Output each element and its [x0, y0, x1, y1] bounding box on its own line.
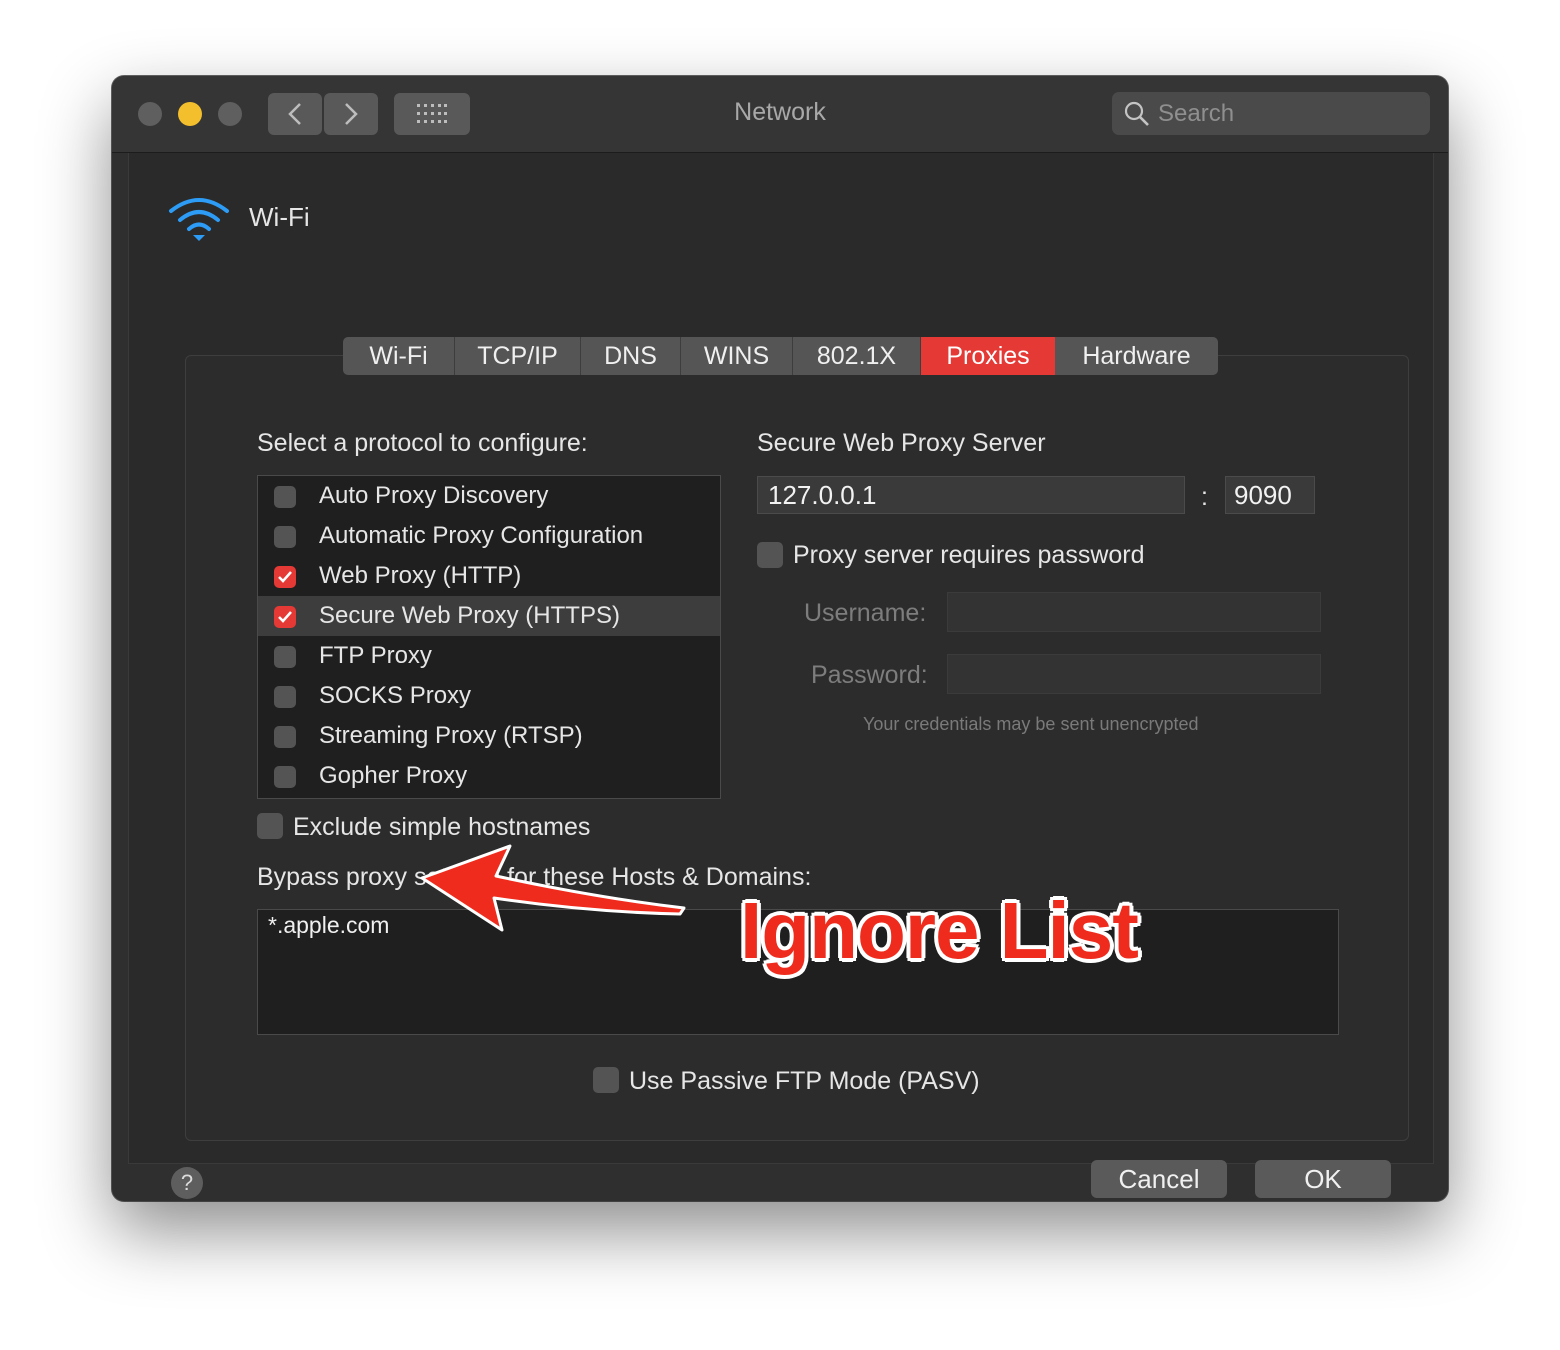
passive-ftp-label: Use Passive FTP Mode (PASV) [629, 1067, 980, 1095]
checkmark-icon [278, 571, 292, 583]
checkmark-icon [278, 611, 292, 623]
list-item[interactable]: Automatic Proxy Configuration [258, 516, 720, 556]
content-area: Wi-Fi Wi-Fi TCP/IP DNS WINS 802.1X Proxi… [128, 153, 1434, 1199]
checkbox-checked[interactable] [274, 606, 296, 628]
checkbox[interactable] [274, 726, 296, 748]
requires-password-checkbox[interactable] [757, 542, 783, 568]
network-preferences-window: Network Search Wi-Fi Wi-Fi TCP/IP DNS WI… [112, 76, 1448, 1201]
passive-ftp-checkbox[interactable] [593, 1067, 619, 1093]
list-item[interactable]: Gopher Proxy [258, 756, 720, 796]
credentials-note: Your credentials may be sent unencrypted [863, 714, 1199, 734]
protocol-label: Secure Web Proxy (HTTPS) [319, 602, 620, 629]
server-heading: Secure Web Proxy Server [757, 429, 1046, 457]
checkbox-checked[interactable] [274, 566, 296, 588]
protocol-label: Auto Proxy Discovery [319, 482, 549, 509]
interface-name: Wi-Fi [249, 202, 310, 232]
password-field[interactable] [947, 654, 1321, 694]
host-port-separator: : [1201, 483, 1208, 511]
cancel-button[interactable]: Cancel [1091, 1160, 1227, 1198]
exclude-simple-label: Exclude simple hostnames [293, 813, 591, 841]
username-label: Username: [804, 599, 927, 627]
list-item-selected[interactable]: Secure Web Proxy (HTTPS) [258, 596, 720, 636]
search-field[interactable]: Search [1112, 92, 1430, 135]
proxy-host-input[interactable] [757, 476, 1185, 514]
checkbox[interactable] [274, 766, 296, 788]
tab-wifi[interactable]: Wi-Fi [343, 337, 455, 375]
tab-tcpip[interactable]: TCP/IP [455, 337, 581, 375]
list-item[interactable]: Streaming Proxy (RTSP) [258, 716, 720, 756]
bypass-value: *.apple.com [268, 912, 390, 938]
checkbox[interactable] [274, 526, 296, 548]
protocol-label: Streaming Proxy (RTSP) [319, 722, 583, 749]
username-field[interactable] [947, 592, 1321, 632]
wifi-icon [169, 198, 229, 241]
checkbox[interactable] [274, 646, 296, 668]
search-placeholder: Search [1158, 100, 1235, 127]
tab-hardware[interactable]: Hardware [1055, 337, 1218, 375]
tab-8021x[interactable]: 802.1X [793, 337, 921, 375]
protocol-label: Web Proxy (HTTP) [319, 562, 522, 589]
tab-wins[interactable]: WINS [681, 337, 793, 375]
protocol-label: SOCKS Proxy [319, 682, 472, 709]
title-bar: Network Search [112, 76, 1448, 153]
protocol-list[interactable]: Auto Proxy Discovery Automatic Proxy Con… [257, 475, 721, 799]
requires-password-label: Proxy server requires password [793, 541, 1145, 569]
annotation-arrow-icon [420, 844, 686, 932]
protocol-label: FTP Proxy [319, 642, 432, 669]
protocol-label: Automatic Proxy Configuration [319, 522, 644, 549]
annotation-label: Ignore List [740, 886, 1139, 975]
list-item[interactable]: Web Proxy (HTTP) [258, 556, 720, 596]
proxy-port-input[interactable] [1225, 476, 1315, 514]
checkbox[interactable] [274, 486, 296, 508]
search-icon [1124, 101, 1149, 126]
tab-dns[interactable]: DNS [581, 337, 681, 375]
list-item[interactable]: Auto Proxy Discovery [258, 476, 720, 516]
tab-bar: Wi-Fi TCP/IP DNS WINS 802.1X Proxies Har… [343, 337, 1218, 375]
exclude-simple-checkbox[interactable] [257, 813, 283, 839]
list-item[interactable]: FTP Proxy [258, 636, 720, 676]
protocol-heading: Select a protocol to configure: [257, 429, 588, 457]
help-button[interactable]: ? [171, 1167, 203, 1199]
password-label: Password: [811, 661, 928, 689]
protocol-label: Gopher Proxy [319, 762, 468, 789]
tab-proxies[interactable]: Proxies [921, 337, 1055, 375]
ok-button[interactable]: OK [1255, 1160, 1391, 1198]
checkbox[interactable] [274, 686, 296, 708]
list-item[interactable]: SOCKS Proxy [258, 676, 720, 716]
